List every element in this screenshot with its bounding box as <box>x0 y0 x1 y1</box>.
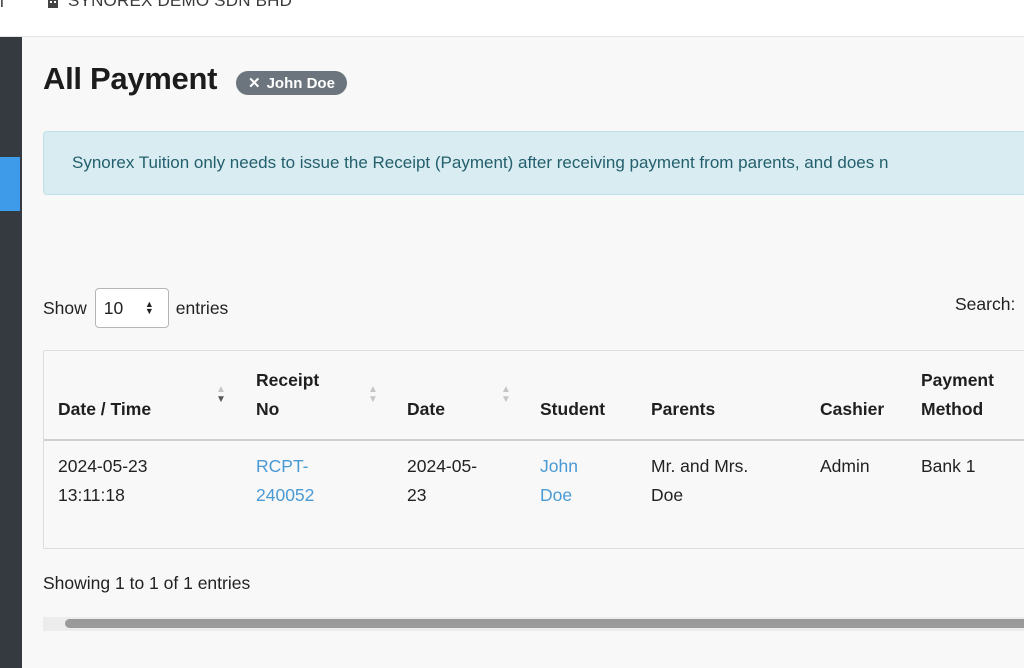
cell-parents-line2: Doe <box>651 485 684 505</box>
col-header-receipt[interactable]: Receipt No <box>256 366 319 424</box>
col-header-receipt-line2: No <box>256 399 280 419</box>
search-label: Search: <box>955 294 1016 314</box>
scrollbar-thumb[interactable] <box>65 619 1024 628</box>
page-length-value: 10 <box>103 297 124 318</box>
sort-icon[interactable]: ▲ ▼ <box>368 385 378 405</box>
col-header-date[interactable]: Date <box>407 395 445 424</box>
student-filter-chip[interactable]: ✕ John Doe <box>236 71 347 95</box>
sidebar <box>0 37 22 668</box>
cell-datetime-line2: 13:11:18 <box>58 485 125 505</box>
close-icon[interactable]: ✕ <box>248 74 261 92</box>
cell-cashier: Admin <box>820 456 870 476</box>
col-header-receipt-line1: Receipt <box>256 370 320 390</box>
show-label: Show <box>43 297 87 318</box>
entries-label: entries <box>175 297 229 318</box>
horizontal-scrollbar[interactable] <box>43 617 1024 631</box>
col-header-cashier[interactable]: Cashier <box>820 395 884 424</box>
page-length-select[interactable]: 10 ▲ ▼ <box>94 288 169 328</box>
company-name: SYNOREX DEMO SDN BHD <box>68 0 293 10</box>
sort-icon[interactable]: ▲ ▼ <box>216 385 226 405</box>
cell-date: 2024-05- 23 <box>407 452 477 510</box>
table-header: Date / Time ▲ ▼ Receipt No ▲ ▼ Date ▲ ▼ Stu… <box>44 351 1024 441</box>
company-selector[interactable]: SYNOREX DEMO SDN BHD <box>46 0 292 11</box>
col-header-datetime[interactable]: Date / Time <box>58 395 151 424</box>
info-alert: Synorex Tuition only needs to issue the … <box>43 131 1024 195</box>
receipt-link-line2: 240052 <box>256 485 315 505</box>
receipt-link-line1: RCPT- <box>256 456 309 476</box>
cell-datetime: 2024-05-23 13:11:18 <box>58 452 148 510</box>
col-header-method-line2: Method <box>921 399 984 419</box>
cell-parents: Mr. and Mrs. Doe <box>651 452 748 510</box>
student-link-line1: John <box>540 456 578 476</box>
topbar-left-text: i <box>0 0 4 11</box>
filter-chip-label: John Doe <box>266 74 335 92</box>
page-length-control: Show 10 ▲ ▼ entries <box>43 288 228 328</box>
select-arrows-icon: ▲ ▼ <box>144 299 154 316</box>
page-title: All Payment <box>43 61 218 96</box>
cell-date-line1: 2024-05- <box>407 456 478 476</box>
cell-date-line2: 23 <box>407 485 427 505</box>
col-header-student[interactable]: Student <box>540 395 605 424</box>
col-header-method[interactable]: Payment Method <box>921 366 994 424</box>
payments-table: Date / Time ▲ ▼ Receipt No ▲ ▼ Date ▲ ▼ Stu… <box>43 350 1024 549</box>
col-header-method-line1: Payment <box>921 370 994 390</box>
table-info: Showing 1 to 1 of 1 entries <box>43 573 251 593</box>
cell-datetime-line1: 2024-05-23 <box>58 456 148 476</box>
sidebar-active-item[interactable] <box>0 157 20 211</box>
student-link[interactable]: John Doe <box>540 452 578 510</box>
receipt-link[interactable]: RCPT- 240052 <box>256 452 314 510</box>
building-icon <box>48 0 58 8</box>
sort-icon[interactable]: ▲ ▼ <box>501 385 511 405</box>
top-bar: i SYNOREX DEMO SDN BHD <box>0 0 1024 37</box>
cell-method: Bank 1 <box>921 456 976 476</box>
student-link-line2: Doe <box>540 485 573 505</box>
cell-parents-line1: Mr. and Mrs. <box>651 456 749 476</box>
col-header-parents[interactable]: Parents <box>651 395 715 424</box>
main-content: All Payment ✕ John Doe Synorex Tuition o… <box>22 37 1024 668</box>
